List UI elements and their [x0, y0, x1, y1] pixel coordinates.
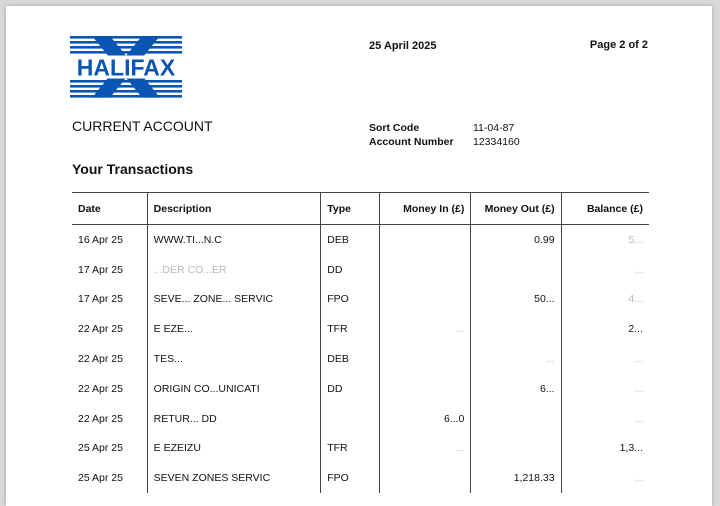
account-number-value: 12334160 — [473, 136, 520, 148]
sort-code-value: 11-04-87 — [473, 122, 515, 134]
table-row: 22 Apr 25 ORIGIN CO...UNICATI DD 6... ..… — [72, 373, 649, 404]
account-details: Sort Code 11-04-87 Account Number 123341… — [369, 121, 520, 149]
cell-money-out: 6... — [470, 373, 562, 404]
cell-date: 22 Apr 25 — [78, 323, 123, 336]
table-row: 22 Apr 25 TES... DEB ... ... — [72, 344, 649, 374]
cell-type — [320, 403, 380, 434]
page-number: Page 2 of 2 — [589, 39, 648, 51]
cell-money-in — [379, 373, 471, 404]
cell-type: DEB — [320, 344, 380, 374]
cell-date: 22 Apr 25 — [78, 412, 123, 425]
cell-money-in — [379, 284, 471, 315]
cell-date: 17 Apr 25 — [78, 293, 123, 306]
cell-type: DD — [320, 254, 380, 285]
cell-date: 17 Apr 25 — [78, 263, 123, 276]
cell-money-in — [379, 254, 471, 285]
table-row: 22 Apr 25 E EZE... TFR ... 2... — [72, 314, 649, 345]
cell-money-out — [470, 314, 562, 345]
transactions-table: Date Description Type Money In (£) Money… — [72, 192, 649, 494]
cell-money-in — [379, 224, 471, 255]
table-row: 17 Apr 25 SEVE... ZONE... SERVIC FPO 50.… — [72, 284, 649, 315]
cell-money-out: 1,218.33 — [470, 463, 562, 494]
col-header-money-out: Money Out (£) — [470, 192, 562, 225]
cell-money-out: 50... — [470, 284, 562, 315]
col-header-date: Date — [72, 192, 148, 225]
cell-balance: 1,3... — [560, 433, 649, 464]
cell-money-out — [470, 403, 562, 434]
cell-balance: ... — [560, 403, 649, 434]
cell-type: DD — [320, 373, 380, 404]
cell-description: ORIGIN CO...UNICATI — [146, 373, 321, 404]
cell-balance: ... — [560, 373, 649, 404]
cell-date: 16 Apr 25 — [78, 233, 123, 246]
cell-description: SEVEN ZONES SERVIC — [146, 463, 321, 494]
sort-code-label: Sort Code — [369, 122, 420, 134]
table-row: 25 Apr 25 E EZEIZU TFR ... 1,3... — [72, 433, 649, 464]
statement-date: 25 April 2025 — [369, 40, 437, 52]
col-header-description: Description — [146, 192, 321, 225]
cell-date: 25 Apr 25 — [78, 472, 123, 485]
cell-money-out: 0.99 — [470, 224, 562, 255]
cell-type: FPO — [320, 463, 380, 494]
table-row: 25 Apr 25 SEVEN ZONES SERVIC FPO 1,218.3… — [72, 463, 649, 494]
cell-balance: ... — [560, 463, 649, 494]
col-header-type: Type — [320, 192, 380, 225]
cell-date: 22 Apr 25 — [78, 353, 123, 366]
cell-money-in: 6...0 — [379, 403, 471, 434]
cell-money-in — [379, 463, 471, 494]
cell-description: E EZE... — [146, 314, 321, 345]
col-header-money-in: Money In (£) — [379, 192, 471, 225]
cell-money-out: ... — [470, 344, 562, 374]
cell-money-out — [470, 433, 562, 464]
cell-type: FPO — [320, 284, 380, 315]
cell-date: 22 Apr 25 — [78, 382, 123, 395]
cell-description: SEVE... ZONE... SERVIC — [146, 284, 321, 315]
cell-description: WWW.TI...N.C — [146, 224, 321, 255]
cell-balance: 2... — [560, 314, 649, 345]
logo-wordmark: HALIFAX — [77, 55, 176, 81]
account-number-label: Account Number — [369, 136, 454, 148]
cell-type: TFR — [320, 314, 380, 345]
cell-balance: ... — [560, 344, 649, 374]
cell-date: 25 Apr 25 — [78, 442, 123, 455]
table-row: 16 Apr 25 WWW.TI...N.C DEB 0.99 5... — [72, 224, 649, 255]
cell-description: ...DER CO...ER — [146, 254, 321, 285]
table-row: 17 Apr 25 ...DER CO...ER DD ... — [72, 254, 649, 285]
cell-balance: ... — [560, 254, 649, 285]
cell-description: E EZEIZU — [146, 433, 321, 464]
cell-balance: 5... — [560, 224, 649, 255]
cell-money-out — [470, 254, 562, 285]
transactions-heading: Your Transactions — [72, 161, 194, 177]
cell-type: DEB — [320, 224, 380, 255]
table-header-row: Date Description Type Money In (£) Money… — [72, 192, 649, 225]
cell-money-in: ... — [379, 433, 471, 464]
cell-type: TFR — [320, 433, 380, 464]
cell-balance: 4... — [560, 284, 649, 315]
cell-description: TES... — [146, 344, 321, 374]
account-type-title: CURRENT ACCOUNT — [72, 118, 213, 134]
cell-money-in — [379, 344, 471, 374]
halifax-logo: HALIFAX — [70, 36, 182, 98]
cell-description: RETUR... DD — [146, 403, 321, 434]
cell-money-in: ... — [379, 314, 471, 345]
statement-page: HALIFAX 25 April 2025 Page 2 of 2 CURREN… — [6, 6, 712, 506]
col-header-balance: Balance (£) — [560, 192, 649, 225]
table-row: 22 Apr 25 RETUR... DD 6...0 ... — [72, 403, 649, 434]
